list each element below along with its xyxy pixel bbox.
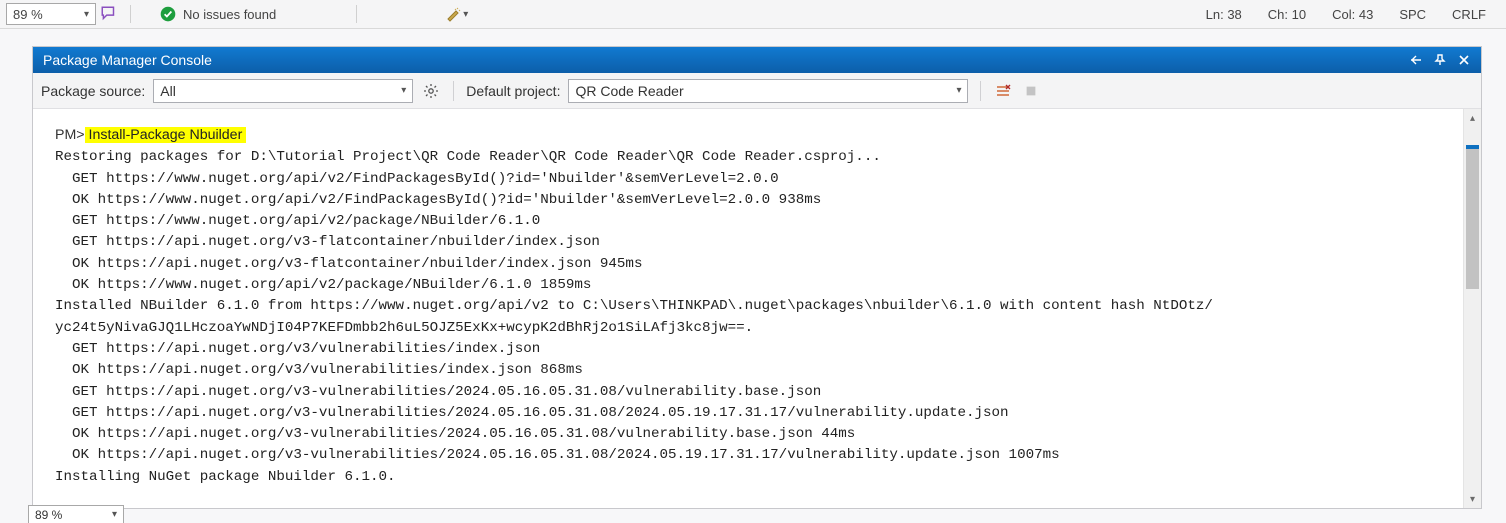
package-source-label: Package source: [41, 83, 145, 99]
caret-position-info: Ln: 38 Ch: 10 Col: 43 SPC CRLF [1206, 7, 1500, 22]
bottom-zoom-value: 89 % [35, 508, 62, 522]
chevron-down-icon: ▾ [956, 85, 961, 96]
line-ending-mode: CRLF [1452, 7, 1486, 22]
highlighted-command: Install-Package Nbuilder [85, 127, 247, 143]
editor-status-bar: 89 % ▾ No issues found ▾ Ln: 38 Ch: 10 C… [0, 0, 1506, 29]
feedback-icon[interactable] [100, 5, 118, 23]
zoom-value: 89 % [13, 7, 43, 22]
package-manager-console-panel: Package Manager Console Package source: … [32, 46, 1482, 509]
indent-mode: SPC [1399, 7, 1426, 22]
console-prompt: PM> [55, 127, 85, 143]
no-issues-label: No issues found [183, 7, 276, 22]
chevron-down-icon: ▾ [112, 509, 117, 520]
chevron-down-icon: ▾ [84, 9, 89, 20]
window-position-icon[interactable] [1409, 53, 1423, 67]
separator [453, 81, 454, 101]
close-icon[interactable] [1457, 53, 1471, 67]
stop-icon[interactable] [1021, 81, 1041, 101]
pin-icon[interactable] [1433, 53, 1447, 67]
check-circle-icon [159, 5, 177, 23]
panel-title-text: Package Manager Console [43, 52, 212, 68]
clear-console-icon[interactable] [993, 81, 1013, 101]
bottom-zoom-combobox[interactable]: 89 % ▾ [28, 505, 124, 523]
zoom-combobox[interactable]: 89 % ▾ [6, 3, 96, 25]
default-project-label: Default project: [466, 83, 560, 99]
vertical-scrollbar[interactable]: ▴ ▾ [1463, 109, 1481, 508]
separator [130, 5, 131, 23]
line-indicator: Ln: 38 [1206, 7, 1242, 22]
gear-icon[interactable] [421, 81, 441, 101]
default-project-value: QR Code Reader [575, 83, 683, 99]
console-toolbar: Package source: All ▾ Default project: Q… [33, 73, 1481, 109]
scroll-up-arrow[interactable]: ▴ [1464, 109, 1481, 127]
chevron-down-icon: ▾ [463, 9, 468, 20]
panel-titlebar[interactable]: Package Manager Console [33, 47, 1481, 73]
magic-wand-icon[interactable]: ▾ [445, 6, 468, 22]
scroll-thumb[interactable] [1466, 149, 1479, 289]
default-project-combobox[interactable]: QR Code Reader ▾ [568, 79, 968, 103]
char-indicator: Ch: 10 [1268, 7, 1306, 22]
package-source-value: All [160, 83, 176, 99]
console-output[interactable]: PM> Install-Package Nbuilder Restoring p… [33, 109, 1463, 508]
package-source-combobox[interactable]: All ▾ [153, 79, 413, 103]
scroll-down-arrow[interactable]: ▾ [1464, 490, 1481, 508]
chevron-down-icon: ▾ [401, 85, 406, 96]
separator [980, 81, 981, 101]
separator [356, 5, 357, 23]
col-indicator: Col: 43 [1332, 7, 1373, 22]
